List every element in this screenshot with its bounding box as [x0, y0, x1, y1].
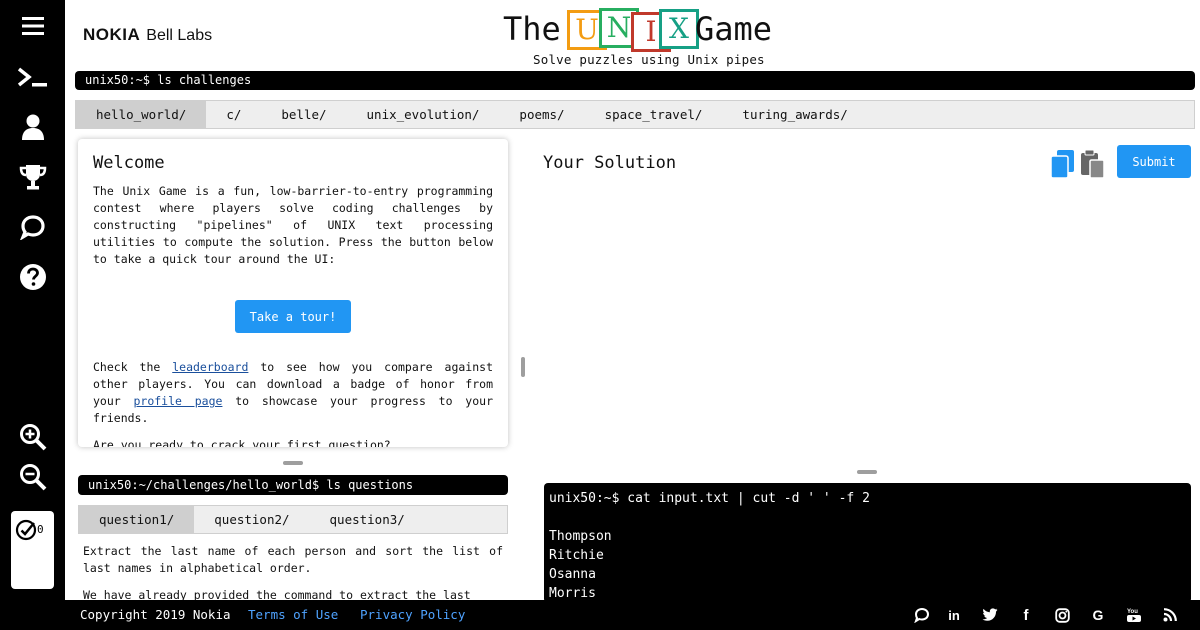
footer: Copyright 2019 Nokia Terms of Use Privac…	[65, 600, 1200, 630]
copy-icon[interactable]	[1050, 149, 1076, 179]
tab-question2[interactable]: question2/	[194, 506, 309, 533]
welcome-panel: Welcome The Unix Game is a fun, low-barr…	[78, 139, 508, 447]
google-icon[interactable]: G	[1089, 606, 1107, 624]
output-line: Ritchie	[549, 548, 604, 563]
questions-prompt: unix50:~/challenges/hello_world$ ls ques…	[78, 475, 508, 495]
vertical-resize-handle[interactable]	[521, 357, 525, 377]
tab-question1[interactable]: question1/	[79, 506, 195, 533]
youtube-icon[interactable]: You	[1125, 606, 1143, 624]
horizontal-resize-handle-right[interactable]	[857, 470, 877, 474]
tab-hello_world[interactable]: hello_world/	[76, 101, 207, 128]
help-icon[interactable]	[16, 260, 50, 294]
twitter-icon[interactable]	[981, 606, 999, 624]
chat-icon[interactable]	[16, 210, 50, 244]
tab-unix_evolution[interactable]: unix_evolution/	[347, 101, 500, 128]
svg-text:You: You	[1127, 609, 1138, 615]
tab-c[interactable]: c/	[206, 101, 261, 128]
chat-icon[interactable]	[913, 606, 931, 624]
question-text-1: Extract the last name of each person and…	[83, 544, 503, 575]
logo-the: The	[503, 10, 561, 48]
output-line: Thompson	[549, 529, 612, 544]
menu-icon[interactable]	[16, 9, 50, 43]
text-segment: Check the	[93, 360, 173, 374]
trophy-icon[interactable]	[16, 160, 50, 194]
zoom-out-icon[interactable]	[16, 460, 50, 494]
leaderboard-link[interactable]: leaderboard	[172, 360, 248, 374]
logo-game: Game	[695, 10, 773, 48]
question-tabs: question1/question2/question3/	[78, 505, 508, 534]
challenges-prompt: unix50:~$ ls challenges	[75, 71, 1195, 90]
instagram-icon[interactable]	[1053, 606, 1071, 624]
tab-space_travel[interactable]: space_travel/	[585, 101, 723, 128]
nokia-bell-labs-logo[interactable]: NOKIA Bell Labs	[83, 25, 212, 45]
terminal-icon[interactable]	[16, 60, 50, 94]
welcome-leaderboard-paragraph: Check the leaderboard to see how you com…	[93, 359, 493, 427]
brand-nokia: NOKIA	[83, 25, 141, 44]
tagline: Solve puzzles using Unix pipes	[533, 52, 765, 67]
left-sidebar: 0	[0, 0, 65, 630]
solved-count: 0	[37, 523, 44, 536]
user-icon[interactable]	[16, 110, 50, 144]
paste-icon[interactable]	[1079, 149, 1105, 179]
tab-turing_awards[interactable]: turing_awards/	[722, 101, 867, 128]
unix-game-logo: The UNIX Game Solve puzzles using Unix p…	[503, 6, 783, 68]
privacy-link[interactable]: Privacy Policy	[360, 607, 465, 622]
submit-button[interactable]: Submit	[1117, 145, 1191, 178]
tab-poems[interactable]: poems/	[499, 101, 584, 128]
output-line: unix50:~$ cat input.txt | cut -d ' ' -f …	[549, 491, 870, 506]
logo-block: X	[659, 9, 699, 49]
welcome-intro: The Unix Game is a fun, low-barrier-to-e…	[93, 184, 493, 266]
output-terminal: unix50:~$ cat input.txt | cut -d ' ' -f …	[544, 483, 1191, 603]
copyright-text: Copyright 2019 Nokia	[80, 607, 231, 622]
check-circle-icon	[15, 519, 37, 541]
output-line: Osanna	[549, 567, 596, 582]
take-tour-button[interactable]: Take a tour!	[235, 300, 351, 333]
horizontal-resize-handle-left[interactable]	[283, 461, 303, 465]
terms-link[interactable]: Terms of Use	[248, 607, 338, 622]
zoom-in-icon[interactable]	[16, 420, 50, 454]
profile-page-link[interactable]: profile page	[133, 394, 222, 408]
tab-belle[interactable]: belle/	[261, 101, 346, 128]
welcome-title: Welcome	[93, 153, 165, 173]
solution-title: Your Solution	[543, 153, 677, 173]
linkedin-icon[interactable]: in	[945, 606, 963, 624]
solved-counter[interactable]: 0	[11, 511, 54, 589]
challenge-tabs: hello_world/c/belle/unix_evolution/poems…	[75, 100, 1195, 129]
brand-bell-labs: Bell Labs	[146, 27, 213, 44]
welcome-question: Are you ready to crack your first questi…	[93, 438, 391, 447]
facebook-icon[interactable]: f	[1017, 606, 1035, 624]
rss-icon[interactable]	[1161, 606, 1179, 624]
tab-question3[interactable]: question3/	[310, 506, 425, 533]
question-description: Extract the last name of each person and…	[83, 543, 503, 604]
